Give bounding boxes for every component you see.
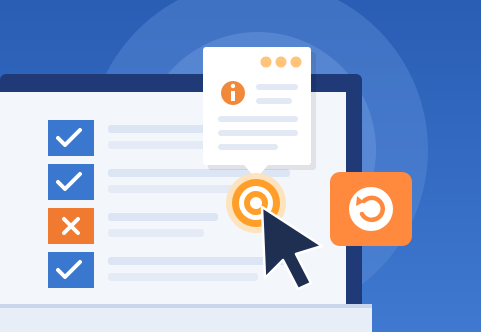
undo-button[interactable] bbox=[330, 172, 412, 246]
laptop bbox=[0, 74, 372, 332]
popup-line bbox=[218, 116, 298, 122]
info-icon bbox=[221, 81, 245, 105]
popup-line bbox=[256, 98, 292, 104]
checklist-line bbox=[108, 273, 258, 281]
checklist-line bbox=[108, 185, 248, 193]
checklist-line bbox=[108, 257, 290, 265]
laptop-base bbox=[0, 304, 372, 332]
checklist-line bbox=[108, 229, 204, 237]
info-popup bbox=[203, 47, 316, 179]
popup-dot bbox=[290, 56, 302, 68]
popup-line bbox=[218, 130, 298, 136]
popup-dot bbox=[275, 56, 287, 68]
popup-dot bbox=[260, 56, 272, 68]
checklist-line bbox=[108, 213, 218, 221]
illustration-stage bbox=[0, 0, 481, 332]
illustration-canvas bbox=[0, 0, 481, 332]
popup-line bbox=[256, 84, 298, 90]
popup-line bbox=[218, 144, 278, 150]
